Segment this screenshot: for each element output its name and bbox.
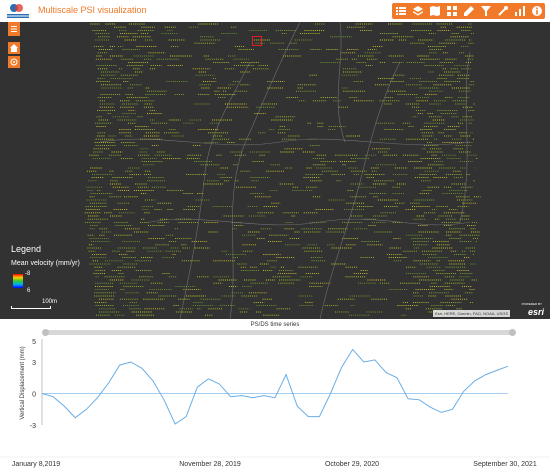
selected-point-marker[interactable]: [252, 36, 262, 46]
home-icon[interactable]: [8, 42, 20, 54]
app-root: Multiscale PSI visualization Legend Mean…: [0, 0, 550, 475]
info-icon[interactable]: [528, 3, 545, 19]
y-tick-label: 3: [32, 360, 36, 367]
list-icon[interactable]: [392, 3, 409, 19]
app-title: Multiscale PSI visualization: [38, 5, 147, 15]
timeseries-chart[interactable]: 5 3 0 -3 Vertical Displacement (mm) January 8…: [0, 319, 550, 475]
series-line: [41, 348, 509, 425]
edit-icon[interactable]: [460, 3, 477, 19]
map-attribution[interactable]: Esri, HERE, Garmin, FAO, NOAA, USGS: [433, 310, 510, 317]
x-tick-label: October 29, 2020: [325, 461, 379, 468]
esri-logo[interactable]: esri: [528, 307, 544, 317]
map-tools: [8, 22, 20, 70]
filter-icon[interactable]: [477, 3, 494, 19]
map-view[interactable]: Legend Mean velocity (mm/yr) -8 6 100m E…: [0, 22, 550, 319]
toolbar: [392, 3, 545, 19]
legend-title: Legend: [11, 244, 42, 254]
scale-bar-label: 100m: [42, 299, 58, 305]
psi-point-layer: [84, 22, 481, 319]
y-tick-label: 5: [32, 339, 36, 346]
app-header: Multiscale PSI visualization: [0, 0, 550, 22]
psi-points: [84, 23, 481, 316]
y-axis-label: Vertical Displacement (mm): [20, 346, 26, 419]
map-legend: Legend Mean velocity (mm/yr) -8 6: [11, 244, 80, 294]
y-tick-label: -3: [30, 423, 36, 430]
legend-min-label: 6: [27, 288, 31, 294]
x-tick-label: January 8,2019: [12, 461, 60, 468]
tools-icon[interactable]: [494, 3, 511, 19]
layers-icon[interactable]: [409, 3, 426, 19]
legend-subtitle: Mean velocity (mm/yr): [11, 260, 80, 267]
locate-icon[interactable]: [8, 56, 20, 68]
x-tick-label: November 28, 2019: [179, 461, 241, 468]
chart-icon[interactable]: [511, 3, 528, 19]
menu-icon[interactable]: [8, 22, 20, 36]
app-logo: [7, 4, 29, 18]
map-icon[interactable]: [426, 3, 443, 19]
legend-color-ramp: [13, 274, 23, 288]
powered-by-label: POWERED BY: [521, 302, 542, 306]
legend-max-label: -8: [25, 271, 31, 277]
timeseries-panel: PS/DS time series 5 3 0 -3 Vertical Displace…: [0, 319, 550, 475]
x-tick-label: September 30, 2021: [473, 461, 537, 468]
scale-bar: [11, 306, 51, 309]
y-tick-label: 0: [32, 392, 36, 399]
grid-icon[interactable]: [443, 3, 460, 19]
